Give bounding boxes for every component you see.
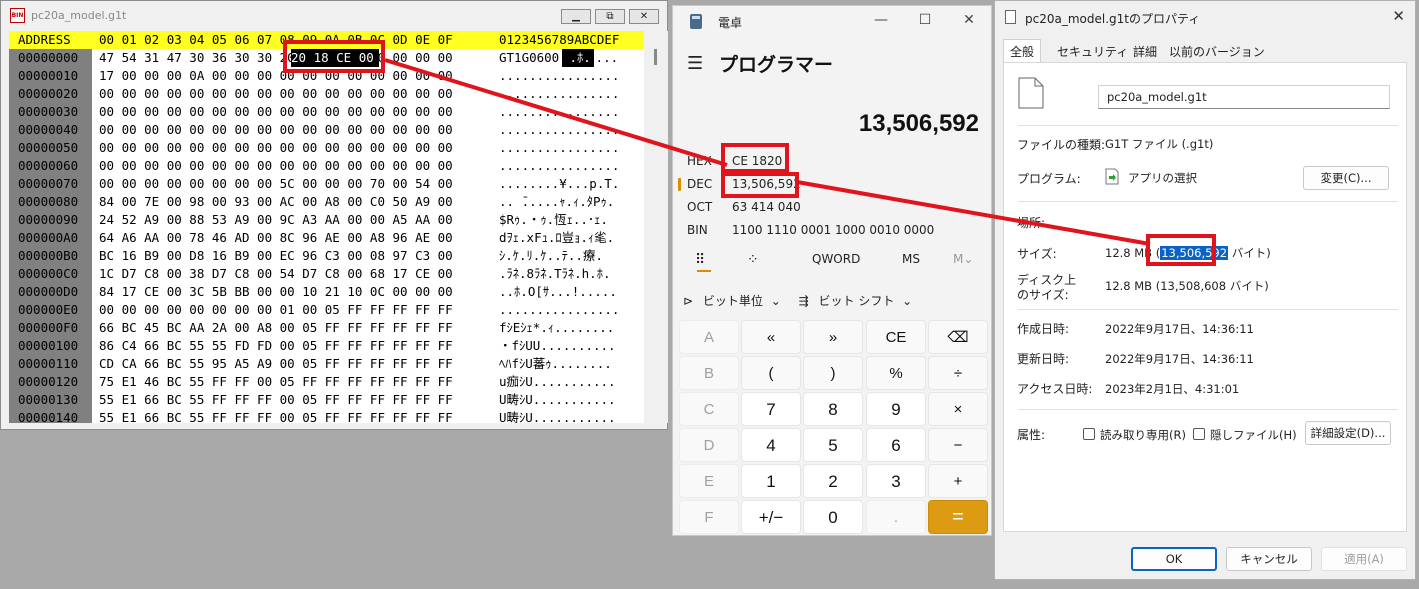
highlight-box [283, 40, 385, 73]
highlight-box [1146, 234, 1216, 266]
highlight-box [721, 172, 799, 198]
arrow-line [796, 180, 1151, 246]
arrow-line [384, 58, 728, 167]
annotation-layer [384, 58, 1151, 246]
highlight-box [721, 143, 789, 173]
